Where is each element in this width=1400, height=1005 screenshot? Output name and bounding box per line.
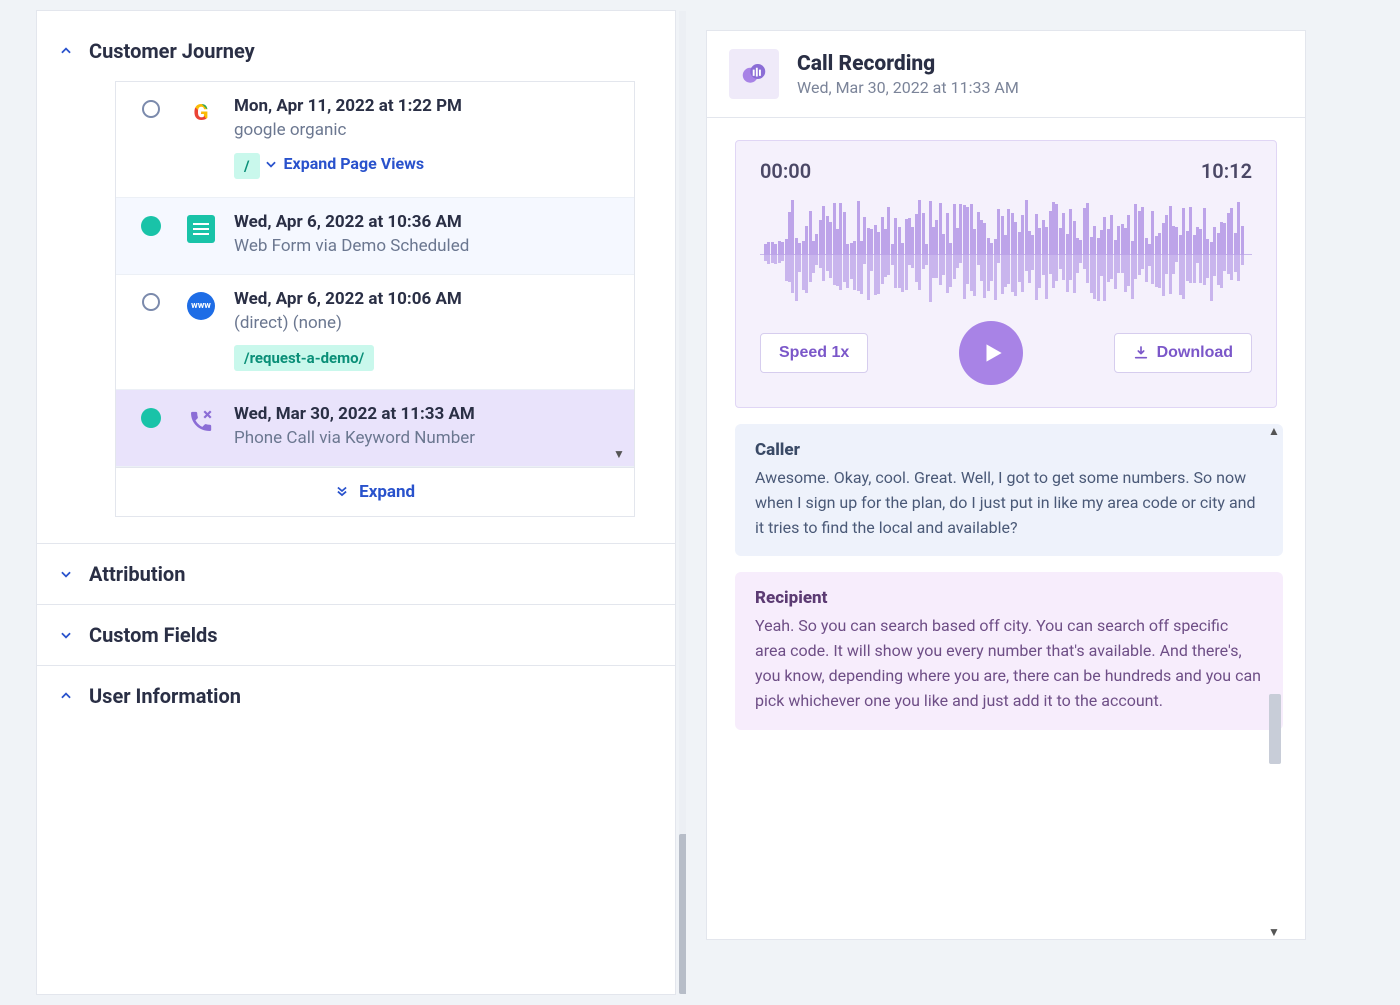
timeline-dot-filled	[141, 216, 161, 236]
speaker-label: Recipient	[755, 588, 1263, 608]
audio-player: 00:00 10:12 Speed 1x Download	[735, 140, 1277, 408]
journey-item-google-organic[interactable]: G Mon, Apr 11, 2022 at 1:22 PM google or…	[116, 82, 634, 198]
section-title-custom-fields: Custom Fields	[89, 623, 218, 647]
journey-desc: Web Form via Demo Scheduled	[234, 236, 616, 256]
chevron-up-icon	[59, 689, 73, 703]
speed-button[interactable]: Speed 1x	[760, 333, 868, 373]
player-total-time: 10:12	[1201, 159, 1252, 183]
recording-header: Call Recording Wed, Mar 30, 2022 at 11:3…	[707, 31, 1305, 118]
journey-date: Wed, Apr 6, 2022 at 10:06 AM	[234, 289, 616, 309]
phone-call-icon	[184, 404, 218, 438]
journey-item-phone-call[interactable]: Wed, Mar 30, 2022 at 11:33 AM Phone Call…	[116, 390, 634, 467]
journey-desc: Phone Call via Keyword Number	[234, 428, 616, 448]
google-icon: G	[184, 96, 218, 130]
expand-page-views-button[interactable]: Expand Page Views	[264, 154, 425, 173]
path-tag[interactable]: /	[234, 153, 260, 179]
recording-title: Call Recording	[797, 52, 1019, 76]
section-title-attribution: Attribution	[89, 562, 185, 586]
chevron-up-icon	[59, 44, 73, 58]
section-title-user-info: User Information	[89, 684, 241, 708]
section-header-custom-fields[interactable]: Custom Fields	[37, 604, 675, 665]
call-recording-card: Call Recording Wed, Mar 30, 2022 at 11:3…	[706, 30, 1306, 940]
section-header-journey[interactable]: Customer Journey	[37, 11, 675, 81]
transcript-scroll-up[interactable]: ▲	[1265, 424, 1283, 438]
player-current-time: 00:00	[760, 159, 811, 183]
section-header-user-info[interactable]: User Information	[37, 665, 675, 726]
timeline-scroll-down[interactable]: ▼	[610, 447, 628, 461]
expand-page-views-label: Expand Page Views	[284, 154, 425, 173]
timeline-dot-hollow	[142, 293, 160, 311]
transcript-scrollbar-thumb[interactable]	[1269, 694, 1281, 764]
transcript-scroll-down[interactable]: ▼	[1265, 925, 1283, 939]
chevron-down-icon	[59, 567, 73, 581]
timeline-dot-hollow	[142, 100, 160, 118]
timeline-dot-filled	[141, 408, 161, 428]
recording-timestamp: Wed, Mar 30, 2022 at 11:33 AM	[797, 78, 1019, 97]
right-panel: Call Recording Wed, Mar 30, 2022 at 11:3…	[686, 10, 1364, 995]
waveform[interactable]	[760, 199, 1252, 309]
journey-date: Wed, Mar 30, 2022 at 11:33 AM	[234, 404, 616, 424]
section-title-journey: Customer Journey	[89, 39, 255, 63]
play-button[interactable]	[959, 321, 1023, 385]
chevron-down-icon	[59, 628, 73, 642]
left-panel: Customer Journey ▲ G Mon, Apr 11, 2022 a…	[36, 10, 676, 995]
form-icon	[184, 212, 218, 246]
download-icon	[1133, 345, 1149, 361]
transcript-bubble-recipient: Recipient Yeah. So you can search based …	[735, 572, 1283, 729]
journey-date: Wed, Apr 6, 2022 at 10:36 AM	[234, 212, 616, 232]
speaker-text: Yeah. So you can search based off city. …	[755, 614, 1263, 713]
download-label: Download	[1157, 344, 1233, 362]
speaker-text: Awesome. Okay, cool. Great. Well, I got …	[755, 466, 1263, 540]
section-header-attribution[interactable]: Attribution	[37, 543, 675, 604]
journey-item-direct[interactable]: www Wed, Apr 6, 2022 at 10:06 AM (direct…	[116, 275, 634, 390]
transcript: ▲ Caller Awesome. Okay, cool. Great. Wel…	[735, 424, 1283, 939]
speed-label: Speed 1x	[779, 344, 849, 362]
transcript-bubble-caller: Caller Awesome. Okay, cool. Great. Well,…	[735, 424, 1283, 556]
journey-desc: google organic	[234, 120, 616, 140]
path-tag[interactable]: /request-a-demo/	[234, 345, 374, 371]
expand-timeline-button[interactable]: Expand	[116, 467, 634, 516]
voicemail-icon	[729, 49, 779, 99]
journey-desc: (direct) (none)	[234, 313, 616, 333]
journey-item-web-form[interactable]: Wed, Apr 6, 2022 at 10:36 AM Web Form vi…	[116, 198, 634, 275]
speaker-label: Caller	[755, 440, 1263, 460]
play-icon	[980, 340, 1006, 366]
download-button[interactable]: Download	[1114, 333, 1252, 373]
journey-date: Mon, Apr 11, 2022 at 1:22 PM	[234, 96, 616, 116]
globe-icon: www	[184, 289, 218, 323]
timeline: ▲ G Mon, Apr 11, 2022 at 1:22 PM google …	[115, 81, 635, 517]
expand-label: Expand	[359, 482, 415, 502]
